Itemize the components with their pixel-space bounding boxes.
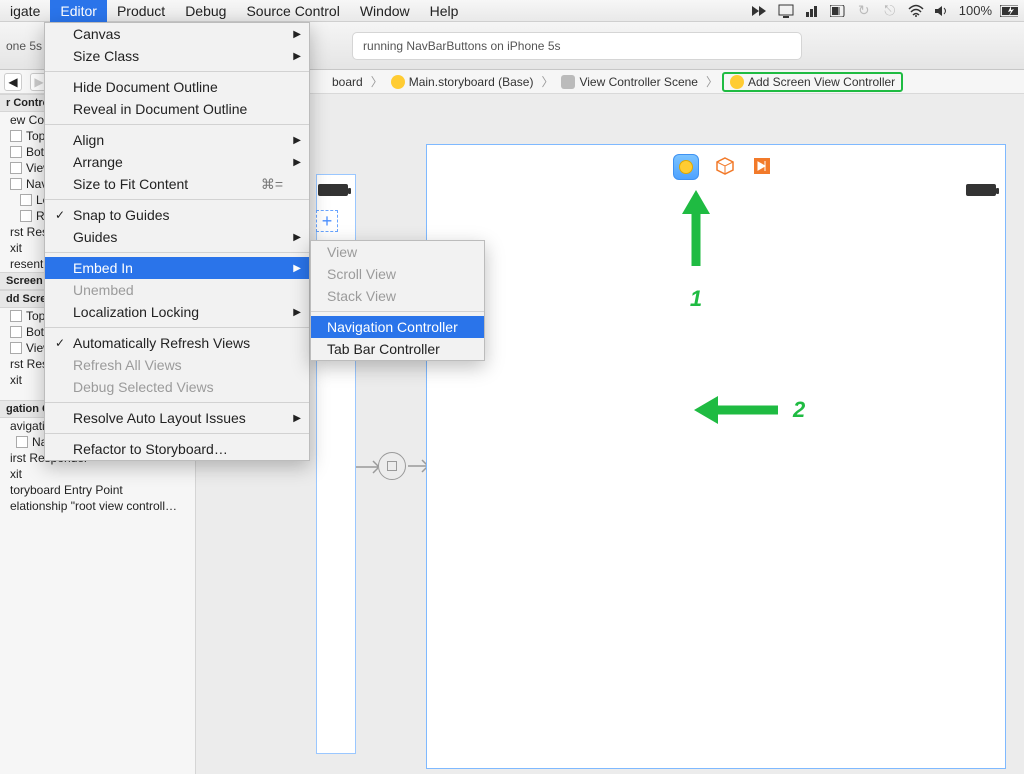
menu-debug[interactable]: Debug — [175, 0, 236, 22]
menu-item[interactable]: Embed In — [45, 257, 309, 279]
view-icon — [10, 342, 22, 354]
bluetooth-icon[interactable]: ⎋ — [881, 2, 899, 20]
menu-window[interactable]: Window — [350, 0, 420, 22]
annotation-label: 1 — [676, 286, 716, 312]
breadcrumb-item[interactable]: board — [328, 74, 367, 90]
viewcontroller-icon — [679, 160, 693, 174]
display-icon[interactable] — [777, 2, 795, 20]
device-label: one 5s — [0, 39, 42, 53]
viewcontroller-selector-button[interactable] — [673, 154, 699, 180]
scene-icon — [561, 75, 575, 89]
menu-item[interactable]: Automatically Refresh Views — [45, 332, 309, 354]
view-icon — [10, 162, 22, 174]
annotation-label: 2 — [793, 397, 805, 423]
add-constraint-button[interactable]: + — [316, 210, 338, 232]
statusbar-battery-icon — [966, 184, 996, 196]
battery-percent: 100% — [959, 3, 992, 18]
menu-help[interactable]: Help — [420, 0, 469, 22]
guide-icon — [10, 146, 22, 158]
breadcrumb-back[interactable]: ◀ — [4, 73, 22, 91]
annotation-arrow-2: 2 — [690, 390, 805, 430]
outline-row[interactable]: xit — [0, 466, 195, 482]
menu-editor[interactable]: Editor — [50, 0, 107, 22]
menu-item[interactable]: Reveal in Document Outline — [45, 98, 309, 120]
embed-in-submenu: ViewScroll ViewStack View Navigation Cont… — [310, 240, 485, 361]
navitem-icon — [10, 178, 22, 190]
annotation-arrow-1: 1 — [676, 188, 716, 312]
segue-arrow-icon — [356, 452, 434, 480]
menu-item[interactable]: Hide Document Outline — [45, 76, 309, 98]
barbutton-icon — [20, 194, 32, 206]
menu-item[interactable]: Arrange — [45, 151, 309, 173]
menu-item[interactable]: Align — [45, 129, 309, 151]
editor-menu-dropdown: CanvasSize Class Hide Document OutlineRev… — [44, 22, 310, 461]
status-pill: running NavBarButtons on iPhone 5s — [352, 32, 802, 60]
fast-forward-icon[interactable] — [751, 2, 769, 20]
first-responder-icon[interactable] — [716, 157, 734, 175]
menu-item: Unembed — [45, 279, 309, 301]
menu-source-control[interactable]: Source Control — [236, 0, 349, 22]
menu-item: Debug Selected Views — [45, 376, 309, 398]
submenu-item: View — [311, 241, 484, 263]
submenu-item[interactable]: Navigation Controller — [311, 316, 484, 338]
menu-item[interactable]: Canvas — [45, 23, 309, 45]
breadcrumb-item-selected[interactable]: Add Screen View Controller — [722, 72, 903, 92]
guide-icon — [10, 310, 22, 322]
battery-icon[interactable] — [1000, 2, 1018, 20]
status-text: running NavBarButtons on iPhone 5s — [363, 39, 560, 53]
outline-row[interactable]: toryboard Entry Point — [0, 482, 195, 498]
menu-bar: igate Editor Product Debug Source Contro… — [0, 0, 1024, 22]
menu-product[interactable]: Product — [107, 0, 175, 22]
guide-icon — [10, 130, 22, 142]
menu-item[interactable]: Size to Fit Content⌘= — [45, 173, 309, 195]
wifi-icon[interactable] — [907, 2, 925, 20]
submenu-item: Scroll View — [311, 263, 484, 285]
storyboard-canvas[interactable]: + 1 2 — [196, 94, 1024, 774]
menu-item[interactable]: Localization Locking — [45, 301, 309, 323]
breadcrumb-item[interactable]: Main.storyboard (Base) — [387, 74, 538, 90]
menu-item: Refresh All Views — [45, 354, 309, 376]
exit-icon[interactable] — [753, 157, 771, 175]
volume-icon[interactable] — [933, 2, 951, 20]
artboard-right[interactable] — [426, 144, 1006, 769]
statusbar-battery-icon — [318, 184, 348, 196]
breadcrumb-item[interactable]: View Controller Scene — [557, 74, 702, 90]
navbar-icon — [16, 436, 28, 448]
menu-item[interactable]: Snap to Guides — [45, 204, 309, 226]
menu-item[interactable]: Guides — [45, 226, 309, 248]
battery-square-icon[interactable] — [829, 2, 847, 20]
menu-item[interactable]: Refactor to Storyboard… — [45, 438, 309, 460]
menu-navigate[interactable]: igate — [0, 0, 50, 22]
outline-row[interactable]: elationship "root view controll… — [0, 498, 195, 514]
storyboard-icon — [391, 75, 405, 89]
submenu-item[interactable]: Tab Bar Controller — [311, 338, 484, 360]
sync-icon[interactable]: ↻ — [855, 2, 873, 20]
submenu-item: Stack View — [311, 285, 484, 307]
menu-item[interactable]: Resolve Auto Layout Issues — [45, 407, 309, 429]
guide-icon — [10, 326, 22, 338]
viewcontroller-icon — [730, 75, 744, 89]
menu-item[interactable]: Size Class — [45, 45, 309, 67]
bars-icon[interactable] — [803, 2, 821, 20]
barbutton-icon — [20, 210, 32, 222]
